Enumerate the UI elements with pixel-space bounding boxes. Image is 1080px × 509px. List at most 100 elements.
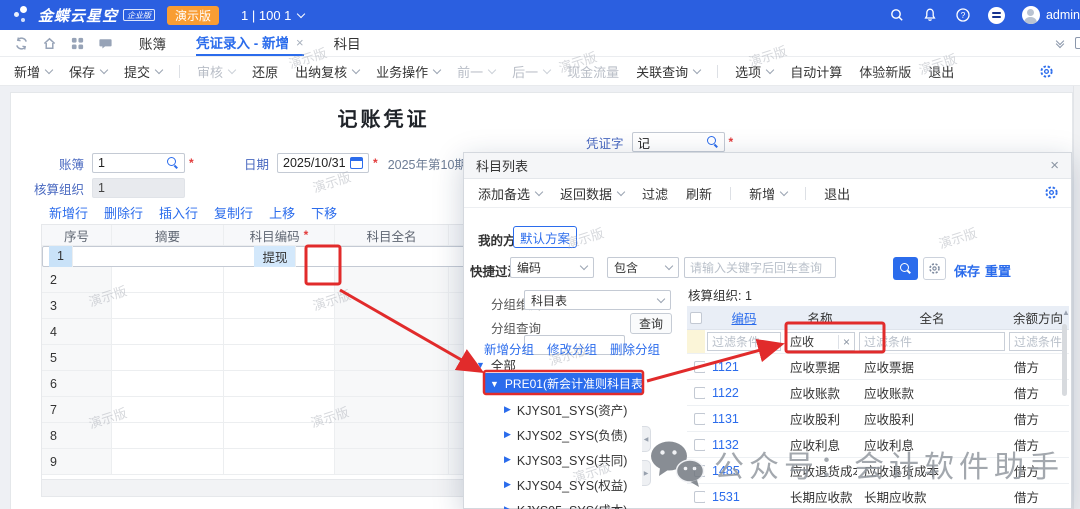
row-checkbox-cell[interactable] (687, 406, 705, 432)
tree-item-KJYS05_SYS(成本)[interactable]: ▶KJYS05_SYS(成本) (504, 500, 627, 509)
name-filter-input[interactable]: 应收× (785, 332, 855, 351)
lookup-icon[interactable] (167, 157, 179, 169)
group-link-修改分组[interactable]: 修改分组 (547, 339, 597, 358)
row-checkbox-cell[interactable] (687, 458, 705, 484)
account-code-link[interactable]: 1132 (705, 432, 783, 458)
menu-item-业务操作[interactable]: 业务操作 (376, 62, 440, 81)
book-input[interactable]: 1 (92, 153, 185, 173)
menu-item-选项[interactable]: 选项 (735, 62, 773, 81)
tree-expand-icon[interactable]: ▶ (504, 454, 511, 465)
code-filter-input[interactable]: 过滤条件 (707, 332, 781, 351)
cell-account-code[interactable] (224, 319, 335, 345)
row-checkbox[interactable] (694, 465, 705, 477)
cell-summary[interactable] (112, 449, 224, 475)
save-filter-link[interactable]: 保存 (954, 261, 980, 280)
apps-grid-icon[interactable] (70, 36, 85, 51)
account-code-link[interactable]: 1122 (705, 380, 783, 406)
row-action-删除行[interactable]: 删除行 (104, 203, 143, 222)
menu-item-退出[interactable]: 退出 (928, 62, 954, 81)
table-header-名称[interactable]: 名称 (783, 306, 857, 330)
tree-root-item[interactable]: ▼全部 (476, 355, 516, 374)
tab-账簿[interactable]: 账簿 (139, 30, 166, 56)
row-checkbox[interactable] (694, 439, 705, 451)
account-row-1531[interactable]: 1531长期应收款长期应收款借方 (687, 484, 1069, 509)
account-code-link[interactable]: 1121 (705, 354, 783, 380)
tree-item-KJYS03_SYS(共同)[interactable]: ▶KJYS03_SYS(共同) (504, 450, 627, 469)
reset-filter-link[interactable]: 重置 (985, 261, 1011, 280)
voucher-word-input[interactable]: 记 (632, 132, 725, 152)
cell-account-code[interactable] (224, 293, 335, 319)
filter-settings-gear-icon[interactable] (923, 257, 946, 280)
search-icon[interactable] (889, 7, 905, 23)
menu-item-自动计算[interactable]: 自动计算 (790, 62, 842, 81)
tree-item-KJYS02_SYS(负债)[interactable]: ▶KJYS02_SYS(负债) (504, 425, 627, 444)
dialog-settings-gear-icon[interactable] (1044, 185, 1059, 200)
account-row-1132[interactable]: 1132应收利息应收利息借方 (687, 432, 1069, 458)
fullscreen-icon[interactable] (1075, 37, 1080, 49)
row-checkbox-cell[interactable] (687, 354, 705, 380)
search-button[interactable] (893, 257, 918, 280)
menu-item-返回数据[interactable]: 返回数据 (560, 184, 624, 203)
row-action-复制行[interactable]: 复制行 (214, 203, 253, 222)
menu-item-提交[interactable]: 提交 (124, 62, 162, 81)
message-icon[interactable] (98, 36, 113, 51)
notification-bell-icon[interactable] (922, 7, 938, 23)
menu-item-出纳复核[interactable]: 出纳复核 (295, 62, 359, 81)
tab-凭证录入 - 新增[interactable]: 凭证录入 - 新增× (196, 30, 304, 56)
account-row-1121[interactable]: 1121应收票据应收票据借方 (687, 354, 1069, 380)
direction-filter-input[interactable]: 过滤条件 (1009, 332, 1067, 351)
close-tab-icon[interactable]: × (296, 35, 304, 50)
fullname-filter-input[interactable]: 过滤条件 (859, 332, 1005, 351)
sync-icon[interactable] (14, 36, 29, 51)
tree-expand-icon[interactable]: ▶ (504, 404, 511, 415)
cell-summary[interactable] (112, 371, 224, 397)
row-checkbox[interactable] (694, 491, 705, 503)
filter-field-select[interactable]: 编码 (510, 257, 594, 278)
calendar-icon[interactable] (350, 157, 363, 169)
cell-summary[interactable] (112, 293, 224, 319)
cell-account-code[interactable] (224, 345, 335, 371)
home-icon[interactable] (42, 36, 57, 51)
table-header-全名[interactable]: 全名 (857, 306, 1007, 330)
group-dim-select[interactable]: 科目表 (524, 290, 671, 310)
toolbar-settings-gear-icon[interactable] (1039, 64, 1054, 79)
table-header-编码[interactable]: 编码 (705, 306, 783, 330)
cell-account-code[interactable] (224, 449, 335, 475)
row-action-新增行[interactable]: 新增行 (49, 203, 88, 222)
account-row-1122[interactable]: 1122应收账款应收账款借方 (687, 380, 1069, 406)
cell-account-code[interactable] (224, 397, 335, 423)
cell-summary[interactable] (112, 319, 224, 345)
help-icon[interactable]: ? (955, 7, 971, 23)
row-action-上移[interactable]: 上移 (269, 203, 295, 222)
group-link-删除分组[interactable]: 删除分组 (610, 339, 660, 358)
org-switcher[interactable]: 1 | 100 1 (241, 8, 304, 23)
row-checkbox-cell[interactable] (687, 432, 705, 458)
tree-expand-icon[interactable]: ▶ (504, 429, 511, 440)
account-table-scrollbar[interactable]: ▲ (1061, 308, 1069, 509)
date-input[interactable]: 2025/10/31 (277, 153, 369, 173)
assistant-menu-icon[interactable] (988, 7, 1005, 24)
filter-operator-select[interactable]: 包含 (607, 257, 679, 278)
group-query-button[interactable]: 查询 (630, 313, 672, 334)
lookup-icon[interactable] (707, 136, 719, 148)
menu-item-关联查询[interactable]: 关联查询 (636, 62, 700, 81)
cell-summary[interactable] (112, 345, 224, 371)
cell-account-code[interactable] (224, 267, 335, 293)
collapse-toolbar-icon[interactable] (1057, 38, 1063, 47)
account-code-link[interactable]: 1131 (705, 406, 783, 432)
account-code-link[interactable]: 1485 (705, 458, 783, 484)
menu-item-保存[interactable]: 保存 (69, 62, 107, 81)
close-icon[interactable]: × (1050, 158, 1059, 173)
menu-item-新增[interactable]: 新增 (749, 184, 787, 203)
account-row-1485[interactable]: 1485应收退货成本应收退货成本借方 (687, 458, 1069, 484)
row-checkbox[interactable] (694, 387, 705, 399)
tree-expand-icon[interactable]: ▶ (504, 479, 511, 490)
select-all-checkbox[interactable] (690, 312, 702, 324)
cell-summary[interactable] (112, 423, 224, 449)
menu-item-退出[interactable]: 退出 (824, 184, 850, 203)
menu-item-添加备选[interactable]: 添加备选 (478, 184, 542, 203)
tab-科目[interactable]: 科目 (334, 30, 361, 56)
cell-account-code[interactable] (224, 423, 335, 449)
menu-item-过滤[interactable]: 过滤 (642, 184, 668, 203)
splitter-expand-icon[interactable]: ▶ (642, 460, 651, 486)
